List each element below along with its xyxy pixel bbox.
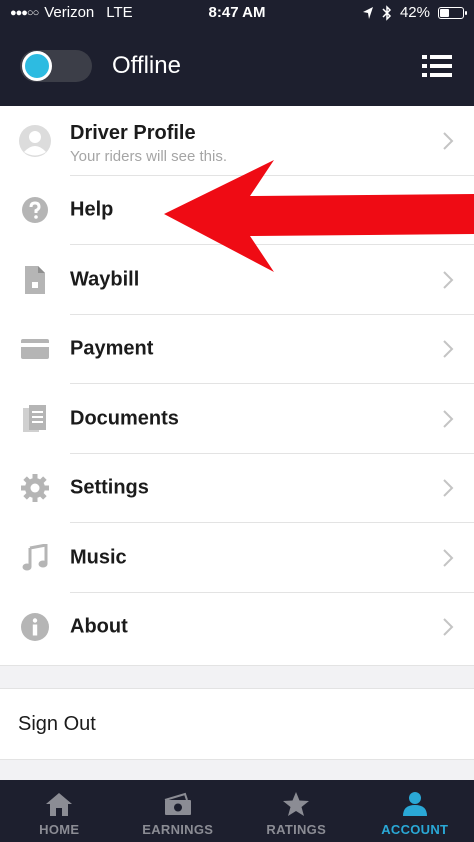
menu-item-label: Driver Profile bbox=[70, 122, 196, 144]
info-icon bbox=[18, 610, 52, 644]
menu-item-about[interactable]: About bbox=[0, 593, 474, 663]
section-spacer bbox=[0, 759, 474, 780]
tab-label: ACCOUNT bbox=[381, 822, 449, 837]
chevron-right-icon bbox=[443, 618, 454, 636]
home-icon bbox=[44, 790, 74, 818]
driver-status-label: Offline bbox=[112, 52, 181, 79]
tab-label: EARNINGS bbox=[142, 822, 214, 837]
chevron-right-icon bbox=[443, 340, 454, 358]
section-spacer bbox=[0, 665, 474, 689]
help-icon bbox=[18, 193, 52, 227]
sign-out-label: Sign Out bbox=[18, 713, 96, 735]
menu-item-label: Music bbox=[70, 546, 127, 569]
menu-item-payment[interactable]: Payment bbox=[0, 315, 474, 384]
gear-icon bbox=[18, 471, 52, 505]
bluetooth-icon bbox=[382, 4, 392, 21]
status-bar: ●●●○○ Verizon LTE 8:47 AM 42% bbox=[0, 0, 474, 26]
chevron-right-icon bbox=[443, 479, 454, 497]
battery-icon bbox=[438, 6, 467, 19]
card-icon bbox=[18, 332, 52, 366]
music-icon bbox=[18, 541, 52, 575]
documents-icon bbox=[18, 402, 52, 436]
tab-ratings[interactable]: RATINGS bbox=[237, 780, 356, 842]
bottom-tab-bar: HOME EARNINGS RATINGS ACCOUNT bbox=[0, 780, 474, 842]
avatar-icon bbox=[18, 124, 52, 158]
chevron-right-icon bbox=[443, 549, 454, 567]
chevron-right-icon bbox=[443, 271, 454, 289]
battery-percent: 42% bbox=[399, 4, 430, 21]
chevron-right-icon bbox=[443, 410, 454, 428]
sign-out-button[interactable]: Sign Out bbox=[0, 689, 474, 759]
menu-item-label: About bbox=[70, 615, 128, 638]
menu-item-music[interactable]: Music bbox=[0, 523, 474, 593]
tab-home[interactable]: HOME bbox=[0, 780, 119, 842]
app-header: Offline bbox=[0, 26, 474, 106]
tab-earnings[interactable]: EARNINGS bbox=[119, 780, 238, 842]
star-icon bbox=[281, 790, 311, 818]
location-icon bbox=[362, 6, 373, 19]
toggle-knob bbox=[22, 51, 52, 81]
tab-label: HOME bbox=[39, 822, 80, 837]
tab-account[interactable]: ACCOUNT bbox=[356, 780, 474, 842]
list-menu-icon[interactable] bbox=[422, 55, 452, 77]
red-arrow-annotation bbox=[164, 160, 474, 272]
chevron-right-icon bbox=[443, 132, 454, 150]
person-icon bbox=[400, 790, 430, 818]
online-toggle[interactable] bbox=[20, 50, 92, 82]
menu-item-documents[interactable]: Documents bbox=[0, 384, 474, 454]
waybill-icon bbox=[18, 263, 52, 297]
menu-item-label: Documents bbox=[70, 407, 179, 430]
tab-label: RATINGS bbox=[266, 822, 327, 837]
menu-item-label: Payment bbox=[70, 337, 154, 360]
earnings-icon bbox=[163, 790, 193, 818]
menu-item-label: Settings bbox=[70, 476, 149, 499]
menu-item-label: Help bbox=[70, 198, 114, 221]
menu-item-settings[interactable]: Settings bbox=[0, 454, 474, 523]
menu-item-label: Waybill bbox=[70, 268, 140, 291]
